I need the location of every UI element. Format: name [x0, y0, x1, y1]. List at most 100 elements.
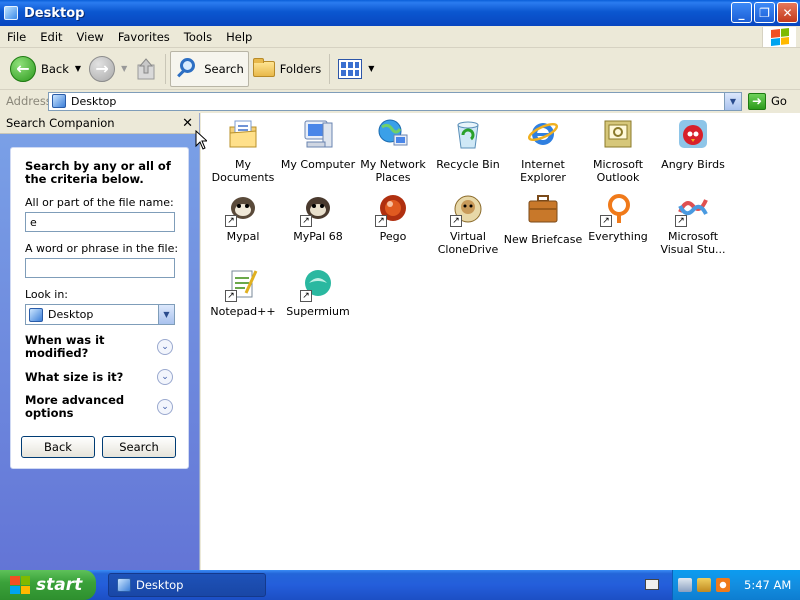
toolbar-separator: [165, 53, 167, 84]
size-expander[interactable]: What size is it? ⌄: [25, 369, 173, 385]
start-label: start: [36, 575, 83, 595]
desktop-item-label: Internet Explorer: [520, 158, 566, 184]
desktop-item-visual-studio[interactable]: ↗ Microsoft Visual Stu...: [653, 192, 733, 256]
shortcut-arrow-icon: ↗: [300, 215, 312, 227]
shortcut-arrow-icon: ↗: [225, 215, 237, 227]
desktop-item-label: MyPal 68: [293, 230, 343, 243]
address-dropdown-icon[interactable]: ▼: [724, 92, 741, 110]
menu-edit[interactable]: Edit: [33, 30, 69, 44]
close-pane-icon[interactable]: ✕: [182, 116, 193, 131]
desktop-item-outlook[interactable]: Microsoft Outlook: [578, 117, 658, 184]
mypal68-icon: ↗: [300, 192, 335, 227]
windows-flag-icon: [10, 576, 30, 594]
filename-input[interactable]: e: [25, 212, 175, 232]
forward-button[interactable]: → ▼: [85, 51, 131, 87]
desktop-item-everything[interactable]: ↗ Everything: [578, 192, 658, 243]
back-arrow-icon: ←: [10, 55, 36, 82]
look-in-value: Desktop: [48, 308, 94, 321]
desktop-item-label: My Network Places: [360, 158, 426, 184]
modified-expander[interactable]: When was it modified? ⌄: [25, 334, 173, 360]
taskbar-window-label: Desktop: [136, 578, 184, 592]
keyboard-icon[interactable]: [645, 579, 659, 590]
menu-file[interactable]: File: [0, 30, 33, 44]
back-dropdown-icon[interactable]: ▼: [75, 64, 81, 73]
desktop-item-notepadpp[interactable]: ↗ Notepad++: [203, 267, 283, 318]
expand-chevron-icon[interactable]: ⌄: [157, 339, 173, 355]
desktop-item-network-places[interactable]: My Network Places: [353, 117, 433, 184]
windows-logo-icon: [762, 27, 796, 47]
search-label: Search: [204, 61, 244, 76]
up-folder-button[interactable]: [131, 51, 161, 87]
phrase-label: A word or phrase in the file:: [25, 242, 179, 255]
desktop-item-label: Mypal: [226, 230, 260, 243]
desktop-item-my-computer[interactable]: My Computer: [278, 117, 358, 171]
folders-button[interactable]: Folders: [249, 51, 326, 87]
taskbar: start Desktop 5:47 AM: [0, 570, 800, 600]
menu-view[interactable]: View: [70, 30, 111, 44]
desktop-icon: [52, 94, 66, 108]
shortcut-arrow-icon: ↗: [375, 215, 387, 227]
start-button[interactable]: start: [0, 570, 96, 600]
outlook-icon: [604, 120, 632, 148]
close-button[interactable]: ✕: [777, 2, 798, 23]
desktop-item-label: Angry Birds: [661, 158, 725, 171]
menu-help[interactable]: Help: [219, 30, 259, 44]
menu-favorites[interactable]: Favorites: [111, 30, 177, 44]
desktop-item-internet-explorer[interactable]: Internet Explorer: [503, 117, 583, 184]
views-dropdown-icon: ▼: [368, 64, 375, 73]
briefcase-icon: [528, 195, 558, 223]
forward-dropdown-icon[interactable]: ▼: [121, 64, 127, 73]
clock: 5:47 AM: [744, 578, 792, 592]
expand-chevron-icon[interactable]: ⌄: [157, 369, 173, 385]
look-in-select[interactable]: Desktop ▼: [25, 304, 175, 325]
desktop-item-pego[interactable]: ↗ Pego: [353, 192, 433, 243]
title-bar: Desktop _ ❐ ✕: [0, 0, 800, 26]
filename-label: All or part of the file name:: [25, 196, 174, 209]
phrase-input[interactable]: [25, 258, 175, 278]
address-field[interactable]: Desktop ▼: [48, 91, 742, 111]
network-places-icon: [378, 119, 408, 146]
desktop-item-label: New Briefcase: [503, 233, 583, 246]
search-button[interactable]: Search: [170, 50, 249, 87]
system-tray: 5:47 AM: [672, 570, 800, 600]
search-button-row: Back Search: [21, 436, 176, 458]
everything-tray-icon[interactable]: [716, 578, 730, 592]
desktop-item-briefcase[interactable]: New Briefcase: [503, 192, 583, 246]
mouse-cursor-icon: [195, 130, 207, 150]
size-expander-label: What size is it?: [25, 369, 124, 384]
minimize-button[interactable]: _: [731, 2, 752, 23]
advanced-expander[interactable]: More advanced options ⌄: [25, 394, 173, 420]
go-button[interactable]: ➜ Go: [748, 92, 787, 110]
security-tray-icon[interactable]: [697, 578, 711, 592]
clonedrive-icon: ↗: [450, 192, 485, 227]
search-criteria-panel: Search by any or all of the criteria bel…: [10, 147, 189, 469]
network-tray-icon[interactable]: [678, 578, 692, 592]
desktop-item-mypal68[interactable]: ↗ MyPal 68: [278, 192, 358, 243]
address-value: Desktop: [71, 94, 117, 108]
menu-tools[interactable]: Tools: [177, 30, 219, 44]
desktop-item-recycle-bin[interactable]: Recycle Bin: [428, 117, 508, 171]
modified-expander-label: When was it modified?: [25, 333, 105, 360]
look-in-dropdown-icon[interactable]: ▼: [158, 305, 174, 324]
mypal-icon: ↗: [225, 192, 260, 227]
maximize-button[interactable]: ❐: [754, 2, 775, 23]
up-folder-icon: [137, 57, 155, 79]
folders-label: Folders: [279, 61, 322, 76]
taskbar-window-desktop[interactable]: Desktop: [108, 573, 266, 597]
toolbar-separator: [329, 53, 331, 84]
expand-chevron-icon[interactable]: ⌄: [157, 399, 173, 415]
desktop-item-mypal[interactable]: ↗ Mypal: [203, 192, 283, 243]
desktop-item-angry-birds[interactable]: Angry Birds: [653, 117, 733, 171]
search-companion-title: Search Companion: [6, 116, 115, 130]
desktop-item-my-documents[interactable]: My Documents: [203, 117, 283, 184]
desktop-item-supermium[interactable]: ↗ Supermium: [278, 267, 358, 318]
back-button[interactable]: ← Back ▼: [6, 51, 85, 87]
go-arrow-icon: ➜: [748, 92, 766, 110]
companion-search-button[interactable]: Search: [102, 436, 176, 458]
desktop-item-label: Everything: [588, 230, 648, 243]
views-button[interactable]: ▼: [334, 51, 378, 87]
companion-back-button[interactable]: Back: [21, 436, 95, 458]
desktop-item-label: My Documents: [211, 158, 275, 184]
desktop-item-label: Supermium: [286, 305, 350, 318]
desktop-item-clonedrive[interactable]: ↗ Virtual CloneDrive: [428, 192, 508, 256]
